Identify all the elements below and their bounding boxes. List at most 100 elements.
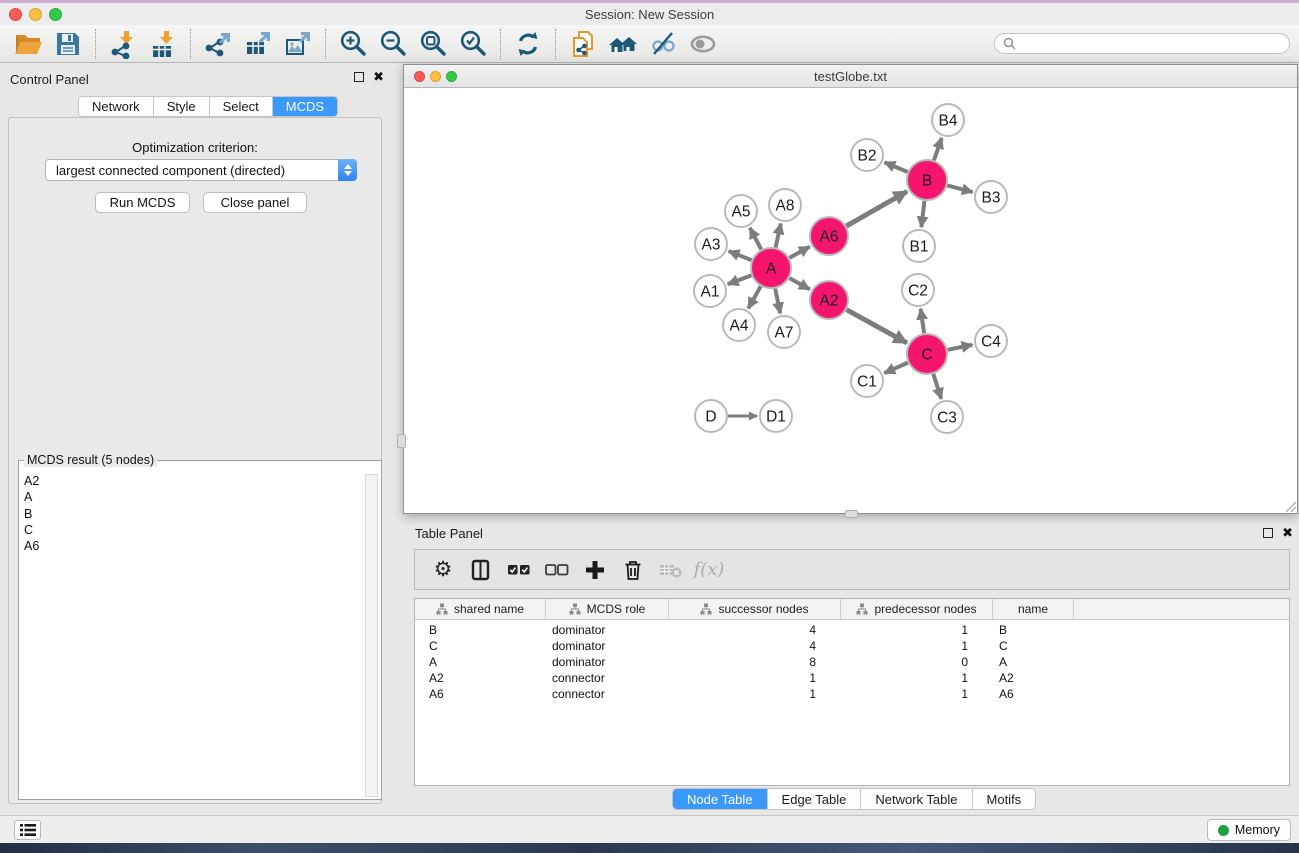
mcds-result-item[interactable]: A2 [22,473,363,489]
tab-select[interactable]: Select [210,97,273,116]
graph-node-label-C1: C1 [857,373,877,390]
table-header-row: shared name MCDS role successor nodes prede… [415,599,1289,620]
import-network-icon[interactable] [105,27,141,61]
graph-edge-B-B4 [934,138,942,160]
memory-label: Memory [1235,823,1280,837]
apply-layout-icon[interactable] [510,27,546,61]
tab-style[interactable]: Style [154,97,210,116]
table-row[interactable]: A2connector11A2 [415,670,1289,686]
cell-name: A6 [993,687,1074,701]
tab-edge-table[interactable]: Edge Table [768,789,862,809]
select-all-icon[interactable] [504,555,534,585]
zoom-out-icon[interactable] [375,27,411,61]
float-panel-icon[interactable] [354,72,364,82]
table-row[interactable]: Bdominator41B [415,622,1289,638]
graph-edge-A-A1 [728,275,752,284]
main-titlebar: Session: New Session [0,3,1299,25]
column-layout-icon[interactable] [466,555,496,585]
cell-mcds-role: dominator [546,623,669,637]
mcds-result-item[interactable]: A6 [22,538,363,554]
column-header-label: shared name [454,602,524,616]
graph-edge-C-C1 [884,363,908,374]
task-history-button[interactable] [14,820,41,840]
graph-node-label-A2: A2 [820,292,839,309]
column-header-label: successor nodes [718,602,808,616]
network-graph[interactable]: AA1A2A3A4A5A6A7A8BB1B2B3B4CC1C2C3C4DD1 [404,88,1297,513]
mcds-panel: Optimization criterion: largest connecte… [8,117,382,804]
settings-gear-icon[interactable]: ⚙ [428,555,458,585]
hide-glasses-icon[interactable] [645,27,681,61]
node-table: shared name MCDS role successor nodes prede… [414,598,1290,786]
close-panel-button[interactable]: Close panel [203,192,307,213]
graph-node-label-A5: A5 [732,203,751,220]
resize-grip-icon[interactable] [1283,499,1296,512]
export-image-icon[interactable] [280,27,316,61]
zoom-selected-icon[interactable] [455,27,491,61]
open-session-icon[interactable] [10,27,46,61]
tab-network-table[interactable]: Network Table [861,789,972,809]
tab-motifs[interactable]: Motifs [973,789,1036,809]
float-table-panel-icon[interactable] [1263,528,1273,538]
run-mcds-button[interactable]: Run MCDS [95,192,190,213]
import-table-icon[interactable] [145,27,181,61]
table-row[interactable]: Adominator80A [415,654,1289,670]
function-builder-icon[interactable]: f(x) [694,555,724,585]
graph-edge-C-C2 [921,309,924,333]
show-eye-icon[interactable] [685,27,721,61]
column-header-mcds-role[interactable]: MCDS role [546,599,669,619]
delete-row-icon[interactable] [618,555,648,585]
search-icon [1003,37,1016,50]
cell-successor-nodes: 4 [669,639,841,653]
column-header-shared-name[interactable]: shared name [415,599,546,619]
left-splitter-grip[interactable] [397,434,406,448]
tab-network[interactable]: Network [79,97,154,116]
search-field[interactable] [994,33,1290,54]
graph-node-label-C4: C4 [981,333,1001,350]
cell-predecessor-nodes: 1 [841,687,993,701]
desktop-wallpaper [0,843,1299,853]
column-header-name[interactable]: name [993,599,1074,619]
duplicate-network-icon[interactable] [565,27,601,61]
graph-node-label-B3: B3 [982,189,1001,206]
tab-node-table[interactable]: Node Table [673,789,768,809]
search-input[interactable] [1021,37,1281,51]
mcds-result-item[interactable]: B [22,506,363,522]
add-row-icon[interactable] [580,555,610,585]
mcds-result-title: MCDS result (5 nodes) [24,453,157,467]
memory-button[interactable]: Memory [1207,819,1291,841]
optimization-criterion-select[interactable]: largest connected component (directed) [45,159,357,181]
table-row[interactable]: A6connector11A6 [415,686,1289,702]
close-table-panel-icon[interactable]: ✖ [1282,528,1293,538]
save-session-icon[interactable] [50,27,86,61]
cell-shared-name: C [415,639,546,653]
table-row[interactable]: Cdominator41C [415,638,1289,654]
cell-mcds-role: connector [546,671,669,685]
tab-mcds[interactable]: MCDS [273,97,337,116]
zoom-fit-icon[interactable] [415,27,451,61]
export-network-icon[interactable] [200,27,236,61]
column-header-predecessor-nodes[interactable]: predecessor nodes [841,599,993,619]
zoom-in-icon[interactable] [335,27,371,61]
graph-node-label-A1: A1 [701,283,720,300]
bottom-splitter-grip[interactable] [845,510,858,518]
mcds-result-item[interactable]: C [22,522,363,538]
cell-successor-nodes: 1 [669,687,841,701]
graph-node-label-A4: A4 [730,317,749,334]
cell-successor-nodes: 4 [669,623,841,637]
cell-mcds-role: dominator [546,655,669,669]
network-canvas[interactable]: AA1A2A3A4A5A6A7A8BB1B2B3B4CC1C2C3C4DD1 [404,88,1297,513]
close-panel-icon[interactable]: ✖ [373,72,384,82]
cell-mcds-role: dominator [546,639,669,653]
cell-shared-name: A [415,655,546,669]
export-table-icon[interactable] [240,27,276,61]
cell-predecessor-nodes: 1 [841,623,993,637]
home-icon[interactable] [605,27,641,61]
cell-predecessor-nodes: 1 [841,671,993,685]
result-scrollbar[interactable] [365,474,378,797]
deselect-all-icon[interactable] [542,555,572,585]
column-header-successor-nodes[interactable]: successor nodes [669,599,841,619]
mcds-result-item[interactable]: A [22,489,363,505]
delete-table-icon[interactable] [656,555,686,585]
graph-edge-A6-B [846,191,907,226]
network-window-titlebar[interactable]: testGlobe.txt [404,65,1297,88]
